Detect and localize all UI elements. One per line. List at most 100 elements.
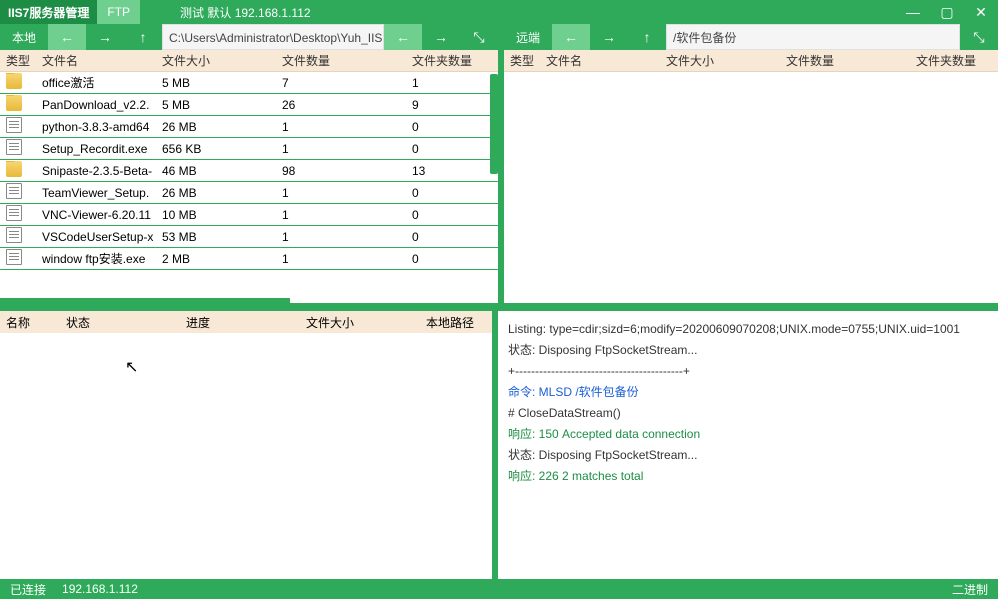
table-row[interactable]: TeamViewer_Setup.26 MB10 [0,182,498,204]
qcol-state[interactable]: 状态 [60,314,180,331]
qcol-size[interactable]: 文件大小 [300,314,420,331]
col-name[interactable]: 文件名 [540,52,660,69]
scrollbar-thumb[interactable] [490,74,498,174]
file-size: 26 MB [156,120,276,134]
folder-icon [6,73,22,89]
col-type[interactable]: 类型 [0,52,36,69]
file-size: 5 MB [156,76,276,90]
table-row[interactable]: PanDownload_v2.2.5 MB269 [0,94,498,116]
table-row[interactable]: VSCodeUserSetup-x53 MB10 [0,226,498,248]
col-folders[interactable]: 文件夹数量 [910,52,998,69]
table-row[interactable]: Snipaste-2.3.5-Beta-46 MB9813 [0,160,498,182]
qcol-progress[interactable]: 进度 [180,314,300,331]
folder-icon [6,161,22,177]
app-brand: IIS7服务器管理 [0,0,97,24]
file-count: 1 [276,142,406,156]
remote-header: 类型 文件名 文件大小 文件数量 文件夹数量 [504,50,998,72]
local-back-button[interactable]: ← [48,24,86,50]
file-count: 1 [276,208,406,222]
log-line: 命令: MLSD /软件包备份 [508,382,988,403]
folder-count: 0 [406,142,498,156]
col-size[interactable]: 文件大小 [660,52,780,69]
folder-count: 0 [406,230,498,244]
local-pane: 类型 文件名 文件大小 文件数量 文件夹数量 office激活5 MB71Pan… [0,50,498,303]
file-name: TeamViewer_Setup. [36,186,156,200]
col-count[interactable]: 文件数量 [780,52,910,69]
remote-back-button[interactable]: ← [552,24,590,50]
maximize-button[interactable]: ▢ [930,4,964,21]
file-count: 1 [276,120,406,134]
table-row[interactable]: Setup_Recordit.exe656 KB10 [0,138,498,160]
log-line: Listing: type=cdir;sizd=6;modify=2020060… [508,319,988,340]
file-count: 98 [276,164,406,178]
local-expand-button[interactable]: ⤡ [460,24,498,50]
remote-file-list[interactable] [504,72,998,303]
col-folders[interactable]: 文件夹数量 [406,52,498,69]
remote-up-button[interactable]: ↑ [628,24,666,50]
folder-count: 0 [406,208,498,222]
folder-count: 0 [406,120,498,134]
local-path-input[interactable]: C:\Users\Administrator\Desktop\Yuh_IIS7\… [162,24,384,50]
local-label: 本地 [0,24,48,50]
local-nav-left[interactable]: ← [384,24,422,50]
col-name[interactable]: 文件名 [36,52,156,69]
file-icon [6,117,22,133]
transfer-queue: 名称 状态 进度 文件大小 本地路径 ↖ [0,311,498,579]
file-count: 1 [276,230,406,244]
folder-count: 9 [406,98,498,112]
local-header: 类型 文件名 文件大小 文件数量 文件夹数量 [0,50,498,72]
folder-count: 13 [406,164,498,178]
log-line: # CloseDataStream() [508,403,988,424]
file-icon [6,205,22,221]
remote-pane: 类型 文件名 文件大小 文件数量 文件夹数量 [504,50,998,303]
log-line: 响应: 226 2 matches total [508,466,988,487]
file-size: 53 MB [156,230,276,244]
log-panel[interactable]: Listing: type=cdir;sizd=6;modify=2020060… [498,311,998,579]
file-icon [6,249,22,265]
col-type[interactable]: 类型 [504,52,540,69]
ftp-tag: FTP [97,0,140,24]
file-name: window ftp安装.exe [36,250,156,267]
table-row[interactable]: window ftp安装.exe2 MB10 [0,248,498,270]
window-controls: — ▢ ✕ [896,4,998,21]
file-count: 1 [276,252,406,266]
table-row[interactable]: python-3.8.3-amd6426 MB10 [0,116,498,138]
main-area: 类型 文件名 文件大小 文件数量 文件夹数量 office激活5 MB71Pan… [0,50,998,303]
file-size: 10 MB [156,208,276,222]
folder-count: 0 [406,252,498,266]
local-nav-right[interactable]: → [422,24,460,50]
table-row[interactable]: VNC-Viewer-6.20.1110 MB10 [0,204,498,226]
col-count[interactable]: 文件数量 [276,52,406,69]
local-file-list[interactable]: office激活5 MB71PanDownload_v2.2.5 MB269py… [0,72,498,303]
remote-path-input[interactable]: /软件包备份 [666,24,960,50]
file-size: 26 MB [156,186,276,200]
file-name: VSCodeUserSetup-x [36,230,156,244]
qcol-name[interactable]: 名称 [0,314,60,331]
log-line: 状态: Disposing FtpSocketStream... [508,445,988,466]
file-size: 656 KB [156,142,276,156]
horizontal-splitter[interactable] [0,303,998,311]
folder-icon [6,95,22,111]
file-name: python-3.8.3-amd64 [36,120,156,134]
cursor-icon: ↖ [125,357,138,377]
file-count: 7 [276,76,406,90]
file-name: Snipaste-2.3.5-Beta- [36,164,156,178]
file-name: Setup_Recordit.exe [36,142,156,156]
col-size[interactable]: 文件大小 [156,52,276,69]
log-line: +---------------------------------------… [508,361,988,382]
minimize-button[interactable]: — [896,4,930,21]
file-icon [6,183,22,199]
status-mode: 二进制 [952,581,988,598]
remote-expand-button[interactable]: ⤡ [960,24,998,50]
file-count: 1 [276,186,406,200]
progress-indicator [0,298,290,303]
local-forward-button[interactable]: → [86,24,124,50]
qcol-path[interactable]: 本地路径 [420,314,492,331]
remote-forward-button[interactable]: → [590,24,628,50]
local-up-button[interactable]: ↑ [124,24,162,50]
file-count: 26 [276,98,406,112]
table-row[interactable]: office激活5 MB71 [0,72,498,94]
remote-toolbar: 远端 ← → ↑ /软件包备份 ⤡ [504,24,998,50]
close-button[interactable]: ✕ [964,4,998,21]
local-toolbar: 本地 ← → ↑ C:\Users\Administrator\Desktop\… [0,24,498,50]
